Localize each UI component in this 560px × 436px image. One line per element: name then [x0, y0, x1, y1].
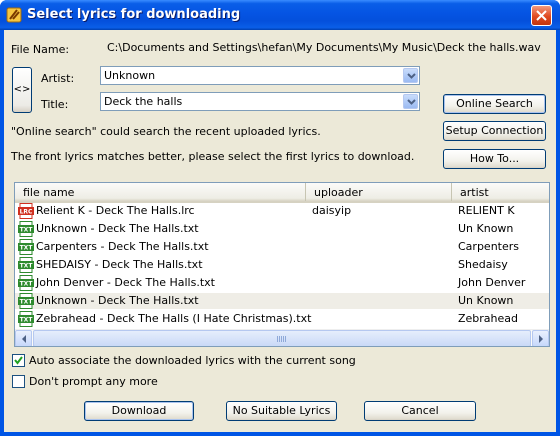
- list-header: file name uploader artist: [15, 183, 549, 203]
- row-artist: John Denver: [458, 276, 526, 289]
- lyrics-app-icon: [6, 7, 22, 23]
- list-row[interactable]: LRC Relient K - Deck The Halls.lrc daisyip…: [15, 203, 549, 219]
- swap-artist-title-button[interactable]: <>: [12, 67, 32, 113]
- row-file-name: Relient K - Deck The Halls.lrc: [36, 204, 195, 217]
- artist-combobox[interactable]: Unknown: [100, 66, 420, 85]
- lrc-file-icon: LRC: [18, 203, 34, 219]
- list-row[interactable]: TXT Unknown - Deck The Halls.txt Un Known: [15, 221, 549, 237]
- row-uploader: daisyip: [312, 204, 352, 217]
- horizontal-scrollbar[interactable]: [15, 329, 549, 346]
- cancel-button[interactable]: Cancel: [364, 401, 476, 421]
- info-online-search-text: "Online search" could search the recent …: [11, 125, 321, 138]
- artist-value: Unknown: [104, 69, 156, 82]
- row-file-name: Zebrahead - Deck The Halls (I Hate Chris…: [36, 312, 312, 325]
- dialog-body: File Name: C:\Documents and Settings\hef…: [4, 30, 556, 432]
- title-label: Title:: [41, 98, 69, 111]
- auto-associate-label[interactable]: Auto associate the downloaded lyrics wit…: [29, 354, 356, 367]
- scroll-grip: [277, 336, 287, 342]
- title-bar[interactable]: Select lyrics for downloading: [0, 0, 560, 30]
- txt-file-icon: TXT: [18, 293, 34, 309]
- row-artist: Un Known: [458, 222, 514, 235]
- chevron-down-icon: [407, 99, 416, 105]
- txt-file-icon: TXT: [18, 221, 34, 237]
- auto-associate-checkbox[interactable]: [12, 354, 25, 367]
- title-value: Deck the halls: [104, 95, 183, 108]
- column-header-uploader[interactable]: uploader: [305, 183, 451, 201]
- dialog-window: Select lyrics for downloading File Name:…: [0, 0, 560, 436]
- row-file-name: SHEDAISY - Deck The Halls.txt: [36, 258, 203, 271]
- file-type-badge: TXT: [20, 245, 34, 252]
- column-header-file-name[interactable]: file name: [15, 183, 305, 201]
- row-file-name: Unknown - Deck The Halls.txt: [36, 294, 199, 307]
- file-name-label: File Name:: [11, 43, 70, 56]
- scroll-thumb[interactable]: [33, 330, 531, 346]
- txt-file-icon: TXT: [18, 257, 34, 273]
- txt-file-icon: TXT: [18, 275, 34, 291]
- file-type-badge: TXT: [20, 317, 34, 324]
- online-search-button[interactable]: Online Search: [443, 94, 546, 114]
- title-dropdown-button[interactable]: [403, 94, 418, 109]
- download-button[interactable]: Download: [84, 401, 194, 421]
- chevron-down-icon: [407, 73, 416, 79]
- list-row[interactable]: TXT John Denver - Deck The Halls.txt John …: [15, 275, 549, 291]
- dont-prompt-checkbox[interactable]: [12, 375, 25, 388]
- close-icon: [536, 10, 547, 21]
- lyrics-list[interactable]: file name uploader artist LRC Relient K -…: [14, 182, 550, 347]
- row-artist: Un Known: [458, 294, 514, 307]
- list-row[interactable]: TXT Unknown - Deck The Halls.txt Un Known: [15, 293, 549, 309]
- info-match-text: The front lyrics matches better, please …: [11, 150, 415, 163]
- scroll-right-button[interactable]: [532, 330, 549, 346]
- setup-connection-button[interactable]: Setup Connection: [443, 121, 546, 141]
- list-row[interactable]: TXT SHEDAISY - Deck The Halls.txt Shedaisy: [15, 257, 549, 273]
- window-title: Select lyrics for downloading: [27, 7, 241, 22]
- chevron-right-icon: [539, 335, 543, 343]
- row-artist: Zebrahead: [458, 312, 519, 325]
- file-type-badge: TXT: [20, 299, 34, 306]
- checkmark-icon: [14, 356, 23, 365]
- column-header-artist[interactable]: artist: [451, 183, 549, 201]
- row-artist: RELIENT K: [458, 204, 515, 217]
- no-suitable-lyrics-button[interactable]: No Suitable Lyrics: [226, 401, 337, 421]
- file-type-badge: TXT: [20, 227, 34, 234]
- row-file-name: John Denver - Deck The Halls.txt: [36, 276, 215, 289]
- row-artist: Shedaisy: [458, 258, 508, 271]
- how-to-button[interactable]: How To...: [443, 149, 546, 169]
- artist-label: Artist:: [41, 72, 75, 85]
- row-artist: Carpenters: [458, 240, 519, 253]
- chevron-left-icon: [22, 335, 26, 343]
- row-file-name: Unknown - Deck The Halls.txt: [36, 222, 199, 235]
- list-row[interactable]: TXT Carpenters - Deck The Halls.txt Carpen…: [15, 239, 549, 255]
- file-type-badge: LRC: [20, 209, 33, 216]
- window-bottom-border: [0, 432, 560, 436]
- dont-prompt-label[interactable]: Don't prompt any more: [29, 375, 158, 388]
- file-type-badge: TXT: [20, 281, 34, 288]
- txt-file-icon: TXT: [18, 311, 34, 327]
- row-file-name: Carpenters - Deck The Halls.txt: [36, 240, 209, 253]
- artist-dropdown-button[interactable]: [403, 68, 418, 83]
- title-combobox[interactable]: Deck the halls: [100, 92, 420, 111]
- txt-file-icon: TXT: [18, 239, 34, 255]
- scroll-left-button[interactable]: [15, 330, 32, 346]
- file-type-badge: TXT: [20, 263, 34, 270]
- list-row[interactable]: TXT Zebrahead - Deck The Halls (I Hate Ch…: [15, 311, 549, 327]
- file-name-field: C:\Documents and Settings\hefan\My Docum…: [104, 38, 550, 58]
- close-button[interactable]: [531, 5, 552, 26]
